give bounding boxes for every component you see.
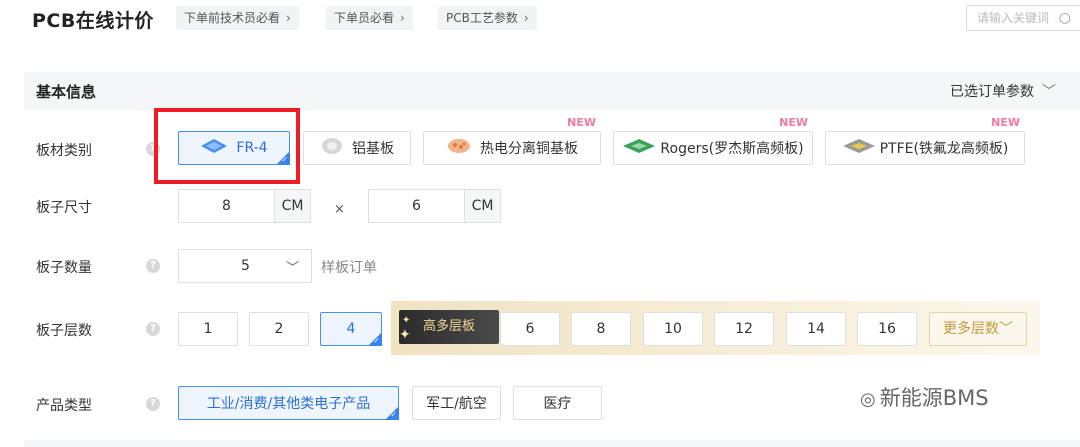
product-option-label: 军工/航空 (426, 396, 487, 412)
guide-link-label: 下单员必看 (334, 11, 395, 25)
ptfe-icon (842, 138, 876, 158)
product-option-medical[interactable]: 医疗 (513, 386, 602, 420)
quantity-select[interactable]: 5 ﹀ (178, 249, 312, 283)
help-icon[interactable]: ? (146, 322, 160, 336)
watermark-text: 新能源BMS (879, 386, 989, 410)
sample-order-note: 样板订单 (321, 260, 377, 276)
layer-option-2[interactable]: 2 (249, 312, 309, 346)
layer-option-14[interactable]: 14 (786, 312, 846, 346)
layer-option-6[interactable]: 6 (500, 312, 560, 346)
chevron-right-icon: › (523, 11, 529, 25)
layer-option-label: 6 (525, 321, 535, 337)
highlight-box (154, 108, 300, 184)
layer-option-label: 12 (735, 321, 753, 337)
material-option-label: 铝基板 (352, 141, 394, 157)
guide-link-label: 下单前技术员必看 (184, 11, 281, 25)
layer-option-10[interactable]: 10 (643, 312, 703, 346)
help-icon[interactable]: ? (146, 397, 160, 411)
more-layers-button[interactable]: 更多层数﹀ (929, 312, 1027, 346)
material-option-label: PTFE(铁氟龙高频板) (879, 141, 1009, 157)
guide-link-label: PCB工艺参数 (446, 11, 518, 25)
layer-option-label: 4 (346, 321, 356, 337)
material-option-label: Rogers(罗杰斯高频板) (660, 141, 804, 157)
material-label: 板材类别 (36, 143, 92, 159)
width-input[interactable]: 8 CM (178, 189, 311, 223)
wechat-icon: ◎ (860, 389, 876, 410)
bottom-divider (24, 440, 1080, 447)
more-layers-label: 更多层数 (943, 321, 999, 337)
search-input[interactable]: 请输入关键词 ○ (966, 5, 1080, 31)
product-type-label: 产品类型 (36, 398, 92, 414)
check-icon: ✓ (390, 410, 397, 419)
new-badge: NEW (991, 116, 1020, 129)
search-placeholder: 请输入关键词 (977, 11, 1050, 25)
layer-option-label: 1 (203, 321, 213, 337)
watermark: ◎ 新能源BMS (860, 382, 989, 412)
height-unit: CM (464, 190, 500, 222)
new-badge: NEW (779, 116, 808, 129)
product-option-industrial[interactable]: 工业/消费/其他类电子产品 ✓ (178, 386, 399, 420)
material-option-label: 热电分离铜基板 (480, 141, 578, 157)
layer-option-16[interactable]: 16 (857, 312, 917, 346)
material-option-aluminum[interactable]: 铝基板 (303, 131, 411, 165)
material-option-ptfe[interactable]: NEW PTFE(铁氟龙高频板) (825, 116, 1025, 165)
rogers-icon (622, 138, 656, 158)
layer-option-label: 16 (878, 321, 896, 337)
guide-link-process[interactable]: PCB工艺参数 › (438, 6, 537, 30)
guide-link-orderer[interactable]: 下单员必看 › (326, 6, 413, 30)
layer-option-4[interactable]: 4 ✓ (320, 312, 382, 346)
material-option-copper[interactable]: NEW 热电分离铜基板 (423, 116, 601, 165)
product-option-label: 医疗 (543, 396, 572, 412)
chevron-right-icon: › (286, 11, 291, 25)
page-title: PCB在线计价 (32, 10, 154, 32)
section-header: 基本信息 已选订单参数 ﹀ (24, 72, 1080, 110)
section-title: 基本信息 (36, 83, 97, 101)
premium-badge-label: 高多层板 (422, 319, 475, 334)
layer-option-8[interactable]: 8 (571, 312, 631, 346)
layer-option-label: 8 (596, 321, 606, 337)
layer-option-label: 2 (274, 321, 284, 337)
layer-option-1[interactable]: 1 (178, 312, 238, 346)
copper-icon (446, 137, 472, 159)
width-unit: CM (274, 190, 310, 222)
layer-option-label: 14 (807, 321, 825, 337)
new-badge: NEW (567, 116, 596, 129)
search-icon[interactable]: ○ (1059, 6, 1071, 30)
size-label: 板子尺寸 (36, 200, 92, 216)
quantity-value: 5 (241, 258, 250, 274)
guide-link-technician[interactable]: 下单前技术员必看 › (176, 6, 299, 30)
selected-params-label: 已选订单参数 (950, 84, 1034, 100)
chevron-down-icon: ﹀ (285, 261, 299, 276)
product-option-label: 工业/消费/其他类电子产品 (206, 396, 371, 412)
chevron-right-icon: › (400, 11, 405, 25)
width-value: 8 (222, 198, 231, 214)
product-option-military[interactable]: 军工/航空 (412, 386, 501, 420)
layer-option-12[interactable]: 12 (714, 312, 774, 346)
help-icon[interactable]: ? (146, 259, 160, 273)
material-option-rogers[interactable]: NEW Rogers(罗杰斯高频板) (613, 116, 813, 165)
chevron-down-icon: ﹀ (1042, 84, 1056, 100)
chevron-down-icon: ﹀ (999, 321, 1013, 337)
size-separator: × (334, 202, 345, 217)
layers-label: 板子层数 (36, 323, 92, 339)
quantity-label: 板子数量 (36, 260, 92, 276)
height-input[interactable]: 6 CM (368, 189, 501, 223)
premium-layers-badge: ✦ ✦ 高多层板 (399, 310, 499, 344)
sparkle-icon: ✦ (399, 327, 411, 343)
selected-params-toggle[interactable]: 已选订单参数 ﹀ (950, 81, 1056, 101)
height-value: 6 (412, 198, 421, 214)
layer-option-label: 10 (664, 321, 682, 337)
aluminum-icon (320, 137, 344, 159)
check-icon: ✓ (373, 336, 380, 345)
